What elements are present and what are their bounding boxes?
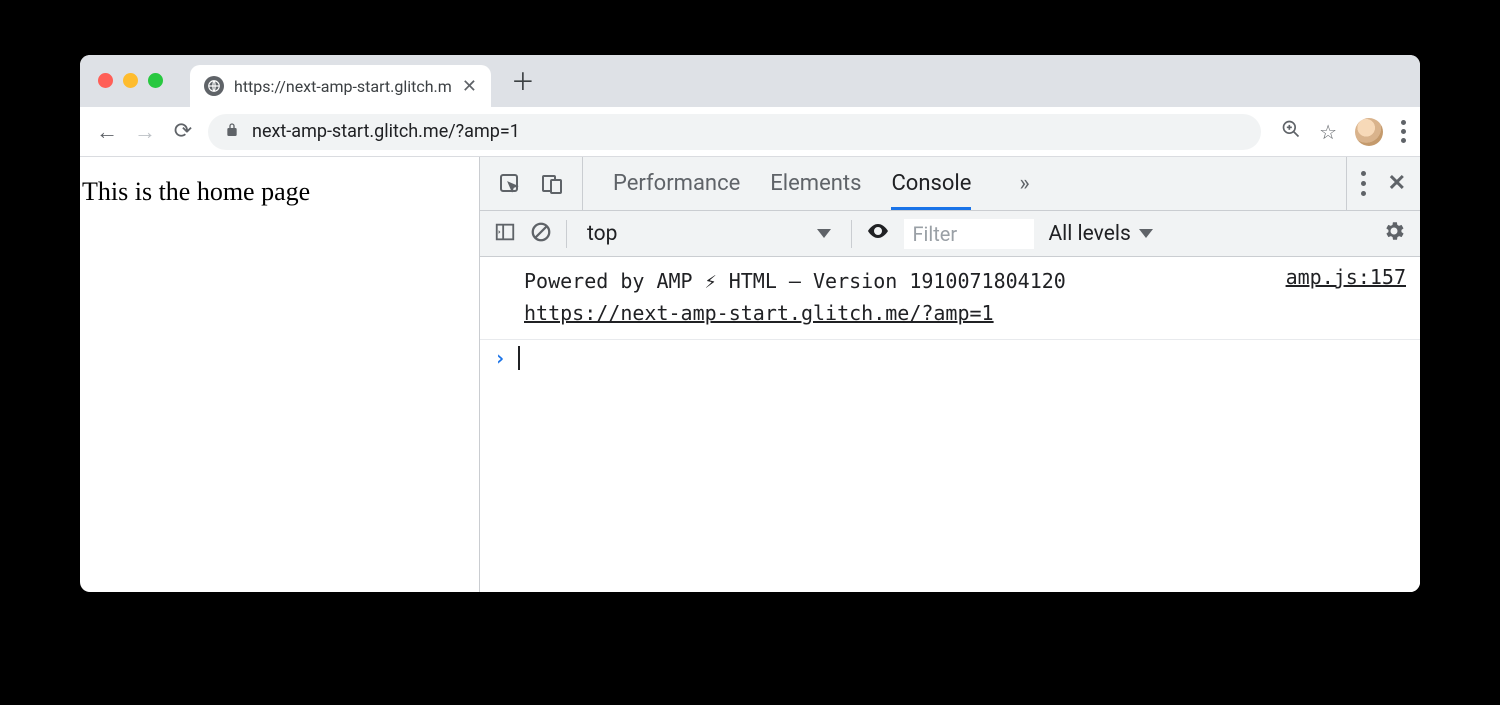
new-tab-button[interactable]: ＋ [511, 62, 535, 97]
chevron-down-icon [1139, 229, 1153, 238]
log-source-link[interactable]: amp.js:157 [1286, 265, 1406, 329]
tab-performance[interactable]: Performance [613, 157, 740, 210]
prompt-caret-icon: › [494, 346, 506, 370]
close-window-button[interactable] [98, 73, 113, 88]
lock-icon [224, 122, 240, 142]
close-tab-icon[interactable]: ✕ [462, 76, 477, 97]
console-log-area: Powered by AMP ⚡ HTML – Version 19100718… [480, 257, 1420, 592]
url-text: next-amp-start.glitch.me/?amp=1 [252, 121, 520, 142]
log-message: Powered by AMP ⚡ HTML – Version 19100718… [524, 265, 1266, 329]
chevron-down-icon [817, 229, 831, 238]
filter-input[interactable]: Filter [904, 219, 1034, 249]
bookmark-star-icon[interactable]: ☆ [1319, 120, 1337, 144]
content-area: This is the home page Performance Elemen… [80, 157, 1420, 592]
devtools-panel: Performance Elements Console » ✕ [480, 157, 1420, 592]
toolbar-right: ☆ [1273, 118, 1406, 146]
page-viewport: This is the home page [80, 157, 480, 592]
log-message-text: Powered by AMP ⚡ HTML – Version 19100718… [524, 269, 1066, 293]
minimize-window-button[interactable] [123, 73, 138, 88]
console-settings-icon[interactable] [1382, 219, 1406, 249]
inspect-element-icon[interactable] [498, 172, 522, 196]
console-toolbar: top Filter All levels [480, 211, 1420, 257]
console-log-entry: Powered by AMP ⚡ HTML – Version 19100718… [480, 257, 1420, 340]
filter-placeholder: Filter [912, 222, 957, 246]
execution-context-select[interactable]: top [581, 222, 837, 246]
device-toolbar-icon[interactable] [540, 172, 564, 196]
tab-title: https://next-amp-start.glitch.m [234, 77, 452, 96]
browser-menu-button[interactable] [1401, 120, 1406, 143]
devtools-close-icon[interactable]: ✕ [1388, 171, 1406, 196]
text-cursor [518, 346, 520, 370]
page-heading: This is the home page [82, 177, 310, 206]
tab-strip: https://next-amp-start.glitch.m ✕ ＋ [80, 55, 1420, 107]
console-prompt[interactable]: › [480, 340, 1420, 376]
reload-button[interactable]: ⟳ [170, 119, 196, 144]
devtools-menu-button[interactable] [1361, 171, 1366, 196]
tab-console[interactable]: Console [891, 157, 971, 210]
browser-toolbar: ← → ⟳ next-amp-start.glitch.me/?amp=1 ☆ [80, 107, 1420, 157]
devtools-tab-bar: Performance Elements Console » ✕ [480, 157, 1420, 211]
forward-button[interactable]: → [132, 119, 158, 145]
show-console-sidebar-icon[interactable] [494, 221, 516, 247]
globe-icon [204, 76, 224, 96]
log-levels-select[interactable]: All levels [1048, 222, 1152, 246]
tab-elements[interactable]: Elements [770, 157, 861, 210]
browser-tab[interactable]: https://next-amp-start.glitch.m ✕ [190, 65, 491, 107]
live-expression-icon[interactable] [866, 219, 890, 249]
profile-avatar[interactable] [1355, 118, 1383, 146]
clear-console-icon[interactable] [530, 221, 552, 247]
browser-window: https://next-amp-start.glitch.m ✕ ＋ ← → … [80, 55, 1420, 592]
context-label: top [587, 222, 617, 246]
zoom-icon[interactable] [1281, 119, 1301, 144]
maximize-window-button[interactable] [148, 73, 163, 88]
address-bar[interactable]: next-amp-start.glitch.me/?amp=1 [208, 114, 1261, 150]
tabs-overflow-icon[interactable]: » [1001, 171, 1047, 196]
window-controls [98, 73, 163, 88]
levels-label: All levels [1048, 222, 1130, 246]
back-button[interactable]: ← [94, 119, 120, 145]
log-url-link[interactable]: https://next-amp-start.glitch.me/?amp=1 [524, 301, 994, 325]
